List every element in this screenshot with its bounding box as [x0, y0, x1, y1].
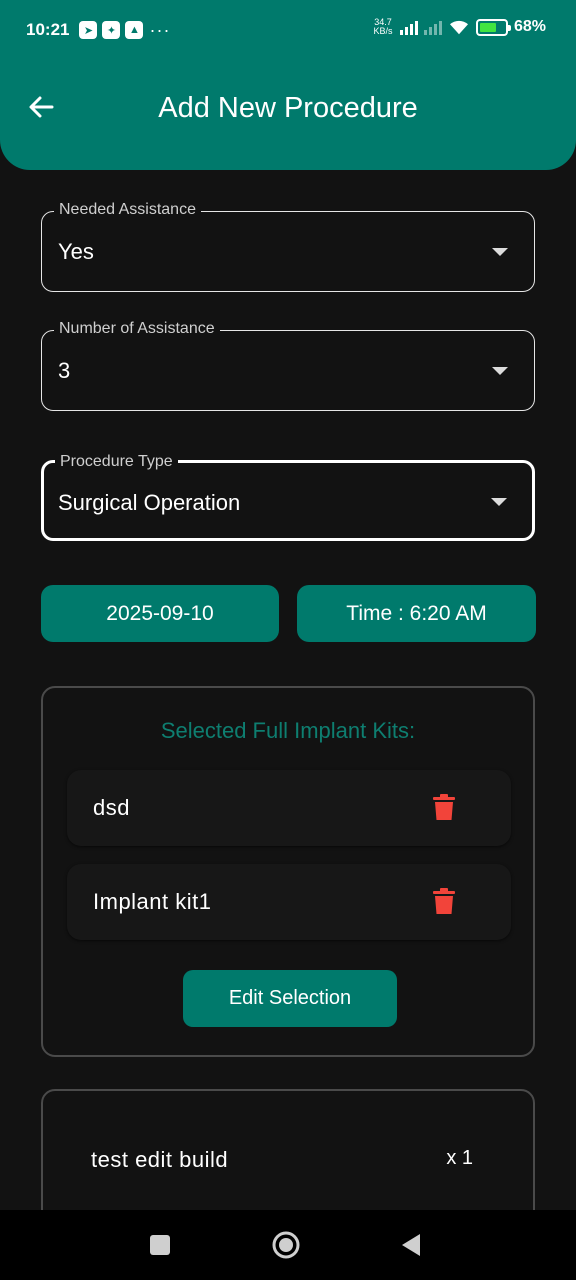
- system-back-button[interactable]: [381, 1210, 441, 1280]
- trash-icon[interactable]: [433, 888, 455, 915]
- procedure-type-value: Surgical Operation: [58, 490, 241, 515]
- battery-icon: [475, 18, 511, 36]
- selected-kits-title: Selected Full Implant Kits:: [160, 718, 416, 743]
- date-picker-button[interactable]: 2025-09-10: [41, 585, 279, 642]
- kit-label: dsd: [93, 795, 130, 820]
- builds-panel: test edit build x 1: [41, 1089, 535, 1229]
- more-notifications-icon: ···: [149, 19, 171, 40]
- network-speed-unit: KB/s: [373, 26, 393, 36]
- kit-label: Implant kit1: [93, 889, 212, 914]
- navigation-bar: [0, 1210, 576, 1280]
- telegram-icon: ➤: [79, 21, 98, 39]
- messenger-icon: ✦: [102, 21, 121, 39]
- needed-assistance-value: Yes: [58, 239, 94, 264]
- signal-icon: [399, 19, 418, 35]
- procedure-type-dropdown[interactable]: Procedure Type Surgical Operation: [41, 453, 535, 541]
- status-bar: 10:21 ➤ ✦ ▲ ··· 34.7 KB/s 68%: [0, 0, 576, 60]
- kit-list-item: Implant kit1: [67, 864, 511, 940]
- dropdown-arrow-icon: [492, 367, 508, 375]
- home-icon: [272, 1231, 300, 1259]
- app-bar: Add New Procedure: [0, 60, 576, 170]
- home-button[interactable]: [256, 1210, 316, 1280]
- battery-percent: 68%: [513, 18, 546, 35]
- selected-kits-panel: Selected Full Implant Kits: dsd Implant …: [41, 686, 535, 1057]
- needed-assistance-dropdown[interactable]: Needed Assistance Yes: [41, 201, 535, 292]
- status-time: 10:21: [26, 20, 70, 39]
- number-of-assistance-dropdown[interactable]: Number of Assistance 3: [41, 320, 535, 411]
- recents-button[interactable]: [130, 1210, 190, 1280]
- number-of-assistance-value: 3: [58, 358, 71, 383]
- procedure-type-label: Procedure Type: [55, 453, 178, 471]
- battery-level: [479, 22, 496, 32]
- dropdown-arrow-icon: [492, 248, 508, 256]
- time-picker-button[interactable]: Time : 6:20 AM: [297, 585, 536, 642]
- trash-icon[interactable]: [433, 794, 455, 821]
- android-icon: ▲: [125, 21, 144, 39]
- number-of-assistance-label: Number of Assistance: [54, 320, 220, 338]
- build-label: test edit build: [91, 1147, 229, 1172]
- wifi-icon: [449, 20, 468, 35]
- signal-2-icon: [423, 19, 442, 35]
- back-icon: [402, 1234, 420, 1256]
- page-title: Add New Procedure: [158, 92, 418, 124]
- edit-selection-button[interactable]: Edit Selection: [183, 970, 397, 1027]
- kit-list-item: dsd: [67, 770, 511, 846]
- needed-assistance-label: Needed Assistance: [54, 201, 201, 219]
- recents-icon: [150, 1235, 170, 1255]
- status-indicators: 34.7 KB/s 68%: [372, 18, 546, 36]
- build-quantity: x 1: [446, 1147, 473, 1169]
- dropdown-arrow-icon: [491, 498, 507, 506]
- network-speed: 34.7 KB/s: [372, 18, 394, 36]
- notification-icons: ➤ ✦ ▲: [79, 21, 144, 39]
